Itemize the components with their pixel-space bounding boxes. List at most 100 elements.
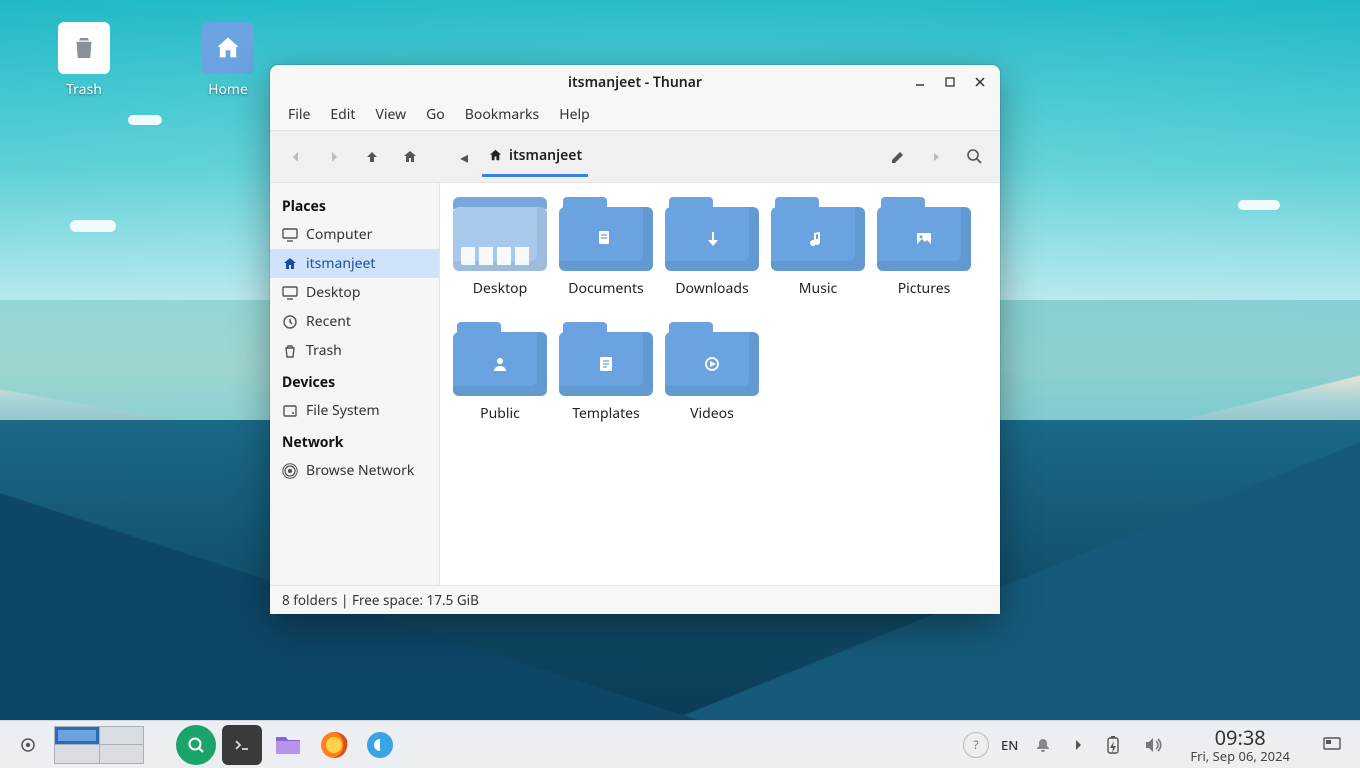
globe-icon [365, 730, 395, 760]
folder-public[interactable]: Public [448, 322, 552, 423]
desktop-icon-trash[interactable]: Trash [36, 22, 132, 99]
folder-icon [453, 322, 547, 396]
desktop-icon-label: Home [180, 80, 276, 99]
sidebar-item-label: Trash [306, 341, 342, 360]
sidebar-item-file-system[interactable]: File System [270, 396, 439, 425]
launcher-terminal[interactable] [222, 725, 262, 765]
nav-back-button[interactable] [280, 141, 312, 173]
launcher-search[interactable] [176, 725, 216, 765]
folder-view[interactable]: DesktopDocumentsDownloadsMusicPictures Pu… [440, 183, 1000, 585]
menu-help[interactable]: Help [551, 101, 598, 128]
folder-icon [877, 197, 971, 271]
folder-label: Public [448, 404, 552, 423]
nav-up-button[interactable] [356, 141, 388, 173]
show-desktop-button[interactable] [8, 725, 48, 765]
desktop-icon-label: Trash [36, 80, 132, 99]
sidebar: Places Computer itsmanjeet Desktop Recent Tr… [270, 183, 440, 585]
clock[interactable]: 09:38 Fri, Sep 06, 2024 [1180, 726, 1300, 764]
help-indicator[interactable]: ? [963, 732, 989, 758]
breadcrumb-back-icon[interactable]: ◂ [452, 146, 476, 168]
workspace-switcher[interactable] [54, 726, 144, 764]
menu-bookmarks[interactable]: Bookmarks [457, 101, 547, 128]
menu-file[interactable]: File [280, 101, 318, 128]
folder-documents[interactable]: Documents [554, 197, 658, 298]
desktop-icon-home[interactable]: Home [180, 22, 276, 99]
folder-icon [665, 322, 759, 396]
minimize-button[interactable] [906, 68, 934, 96]
trash-icon [69, 33, 99, 63]
close-button[interactable] [966, 68, 994, 96]
launcher-web[interactable] [360, 725, 400, 765]
folder-icon [559, 197, 653, 271]
launcher-files[interactable] [268, 725, 308, 765]
sidebar-item-label: Browse Network [306, 461, 414, 480]
folder-music[interactable]: Music [766, 197, 870, 298]
folder-desktop[interactable]: Desktop [448, 197, 552, 298]
folder-label: Downloads [660, 279, 764, 298]
sidebar-item-recent[interactable]: Recent [270, 307, 439, 336]
desktop[interactable]: Trash Home itsmanjeet - Thunar File Edit… [0, 0, 1360, 768]
breadcrumb-label: itsmanjeet [509, 146, 582, 165]
chevron-right-icon [1073, 738, 1083, 752]
panel: ? EN 09:38 Fri, Sep 06, 2024 [0, 720, 1360, 768]
battery-indicator[interactable] [1100, 725, 1126, 765]
battery-icon [1105, 735, 1121, 755]
sidebar-item-itsmanjeet[interactable]: itsmanjeet [270, 249, 439, 278]
home-icon [282, 256, 298, 272]
sidebar-item-label: Recent [306, 312, 351, 331]
sidebar-item-label: Computer [306, 225, 372, 244]
sidebar-item-label: Desktop [306, 283, 360, 302]
circle-dot-icon [20, 737, 36, 753]
edit-path-button[interactable] [882, 141, 914, 173]
titlebar[interactable]: itsmanjeet - Thunar [270, 65, 1000, 99]
terminal-icon [231, 734, 253, 756]
files-icon [272, 729, 304, 761]
speaker-icon [1143, 735, 1163, 755]
toolbar-forward-icon[interactable] [920, 141, 952, 173]
folder-icon [771, 197, 865, 271]
folder-downloads[interactable]: Downloads [660, 197, 764, 298]
folder-label: Templates [554, 404, 658, 423]
folder-icon [559, 322, 653, 396]
search-icon [966, 148, 983, 165]
home-icon [214, 34, 242, 62]
maximize-button[interactable] [936, 68, 964, 96]
volume-indicator[interactable] [1138, 725, 1168, 765]
toolbar: ◂ itsmanjeet [270, 131, 1000, 183]
menu-go[interactable]: Go [418, 101, 453, 128]
sidebar-item-desktop[interactable]: Desktop [270, 278, 439, 307]
sidebar-item-computer[interactable]: Computer [270, 220, 439, 249]
tray-expand[interactable] [1068, 725, 1088, 765]
trash-icon [282, 343, 298, 359]
keyboard-layout[interactable]: EN [1001, 736, 1018, 754]
nav-forward-button[interactable] [318, 141, 350, 173]
file-manager-window: itsmanjeet - Thunar File Edit View Go Bo… [270, 65, 1000, 614]
menu-view[interactable]: View [367, 101, 414, 128]
folder-videos[interactable]: Videos [660, 322, 764, 423]
sidebar-header-places: Places [270, 189, 439, 220]
sidebar-header-network: Network [270, 425, 439, 456]
sidebar-header-devices: Devices [270, 365, 439, 396]
menu-edit[interactable]: Edit [322, 101, 363, 128]
sidebar-item-trash[interactable]: Trash [270, 336, 439, 365]
statusbar: 8 folders | Free space: 17.5 GiB [270, 585, 1000, 614]
desktop-icon [1323, 737, 1341, 753]
window-title: itsmanjeet - Thunar [568, 73, 702, 92]
search-button[interactable] [958, 141, 990, 173]
monitor-icon [282, 285, 298, 301]
folder-templates[interactable]: Templates [554, 322, 658, 423]
sidebar-item-label: itsmanjeet [306, 254, 375, 273]
network-icon [282, 463, 298, 479]
breadcrumb[interactable]: itsmanjeet [482, 137, 588, 177]
folder-pictures[interactable]: Pictures [872, 197, 976, 298]
launcher-firefox[interactable] [314, 725, 354, 765]
menubar: File Edit View Go Bookmarks Help [270, 99, 1000, 131]
sidebar-item-browse-network[interactable]: Browse Network [270, 456, 439, 485]
nav-home-button[interactable] [394, 141, 426, 173]
clock-time: 09:38 [1190, 726, 1290, 749]
disk-icon [282, 403, 298, 419]
bell-icon [1035, 737, 1051, 753]
folder-label: Desktop [448, 279, 552, 298]
tray-desktop-button[interactable] [1312, 725, 1352, 765]
notifications-button[interactable] [1030, 725, 1056, 765]
